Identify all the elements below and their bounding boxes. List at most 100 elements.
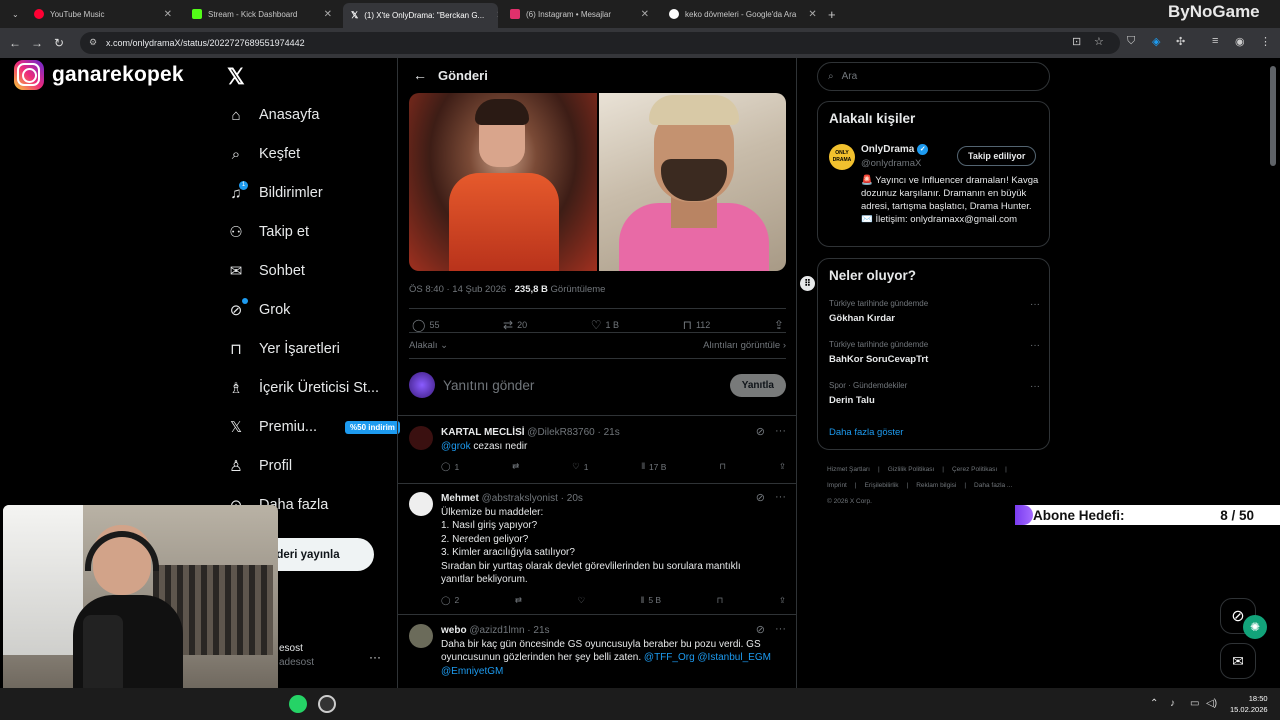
- footer-link[interactable]: Gizlilik Politikası: [888, 466, 935, 473]
- nav-notifications[interactable]: ♫ 1 Bildirimler: [227, 181, 323, 202]
- grok-explain-icon[interactable]: ⊘: [756, 425, 765, 438]
- mention-link[interactable]: @TFF_Org @Istanbul_EGM: [644, 652, 771, 663]
- close-tab-icon[interactable]: ✕: [635, 9, 649, 20]
- trend-item[interactable]: Türkiye tarihinde gündemde Gökhan Kırdar ·…: [829, 299, 1040, 324]
- chatgpt-extension-icon[interactable]: ✺: [1243, 615, 1267, 639]
- trend-item[interactable]: Türkiye tarihinde gündemde BahKor SoruCev…: [829, 340, 1040, 365]
- grok-explain-icon[interactable]: ⊘: [756, 623, 765, 636]
- post-image-left[interactable]: [409, 93, 597, 271]
- show-more-link[interactable]: Daha fazla göster: [829, 427, 903, 438]
- bookmark-icon[interactable]: ⊓: [719, 461, 726, 472]
- volume-icon[interactable]: ◁): [1206, 698, 1217, 709]
- trend-item[interactable]: Spor · Gündemdekiler Derin Talu ···: [829, 381, 1040, 406]
- tab-x-onlydrama[interactable]: 𝕏(1) X'te OnlyDrama: "Berckan G...✕: [343, 3, 498, 28]
- reply-icon[interactable]: ◯ 1: [441, 461, 459, 472]
- view-quotes-link[interactable]: Alıntıları görüntüle ›: [703, 340, 786, 351]
- sort-relevant-dropdown[interactable]: Alakalı ⌄: [409, 340, 448, 351]
- share-icon[interactable]: ⇪: [779, 595, 786, 606]
- repost-icon[interactable]: ⇄: [515, 595, 522, 606]
- browser-menu-icon[interactable]: ⋮: [1260, 35, 1271, 48]
- reply-item[interactable]: ⊘ ··· Mehmet @abstrakslyonist · 20s Ülkem…: [398, 486, 796, 614]
- following-button[interactable]: Takip ediliyor: [957, 146, 1037, 166]
- trend-more-icon[interactable]: ···: [1030, 340, 1040, 351]
- reply-more-icon[interactable]: ···: [775, 623, 786, 636]
- bookmark-action[interactable]: ⊓ 112: [683, 318, 711, 332]
- puzzle-extensions-icon[interactable]: ✣: [1176, 35, 1185, 48]
- search-input[interactable]: ⌕ Ara: [817, 62, 1050, 91]
- display-icon[interactable]: ▭: [1190, 698, 1199, 709]
- page-scrollbar[interactable]: [1270, 66, 1276, 166]
- back-button[interactable]: ←: [4, 36, 26, 50]
- nav-profile[interactable]: ♙ Profil: [227, 457, 292, 475]
- nav-chat[interactable]: ✉ Sohbet: [227, 262, 305, 280]
- address-bar[interactable]: ⚙ x.com/onlydramaX/status/202272768955197…: [80, 32, 1120, 54]
- heart-icon[interactable]: ♡: [578, 595, 586, 606]
- views-icon[interactable]: ⫴ 17 B: [641, 461, 666, 472]
- mention-link[interactable]: @EmniyetGM: [441, 666, 503, 677]
- extension-icon[interactable]: ◈: [1152, 35, 1160, 48]
- share-action[interactable]: ⇪: [774, 318, 784, 332]
- reply-item[interactable]: ⊘ ··· webo @azizd1lmn · 21s Daha bir kaç …: [398, 618, 796, 688]
- reply-icon[interactable]: ◯ 2: [441, 595, 459, 606]
- whatsapp-icon[interactable]: [289, 695, 307, 713]
- x-home-logo-icon[interactable]: 𝕏: [227, 64, 245, 90]
- tab-instagram[interactable]: (6) Instagram • Mesajlar ✕: [502, 3, 657, 25]
- onlydrama-name[interactable]: OnlyDrama ✓: [861, 144, 929, 155]
- nav-follow[interactable]: ⚇ Takip et: [227, 223, 309, 241]
- nav-home[interactable]: ⌂ Anasayfa: [227, 106, 319, 124]
- close-tab-icon[interactable]: ✕: [802, 9, 816, 20]
- reply-submit-button[interactable]: Yanıtla: [729, 373, 786, 397]
- media-control-icon[interactable]: ≡: [1212, 35, 1218, 47]
- translate-icon[interactable]: ⠿: [800, 276, 815, 291]
- messages-float-icon[interactable]: ✉: [1220, 643, 1256, 679]
- repost-action[interactable]: ⇄ 20: [503, 318, 527, 332]
- reply-more-icon[interactable]: ···: [775, 425, 786, 438]
- tab-kick-dashboard[interactable]: Stream - Kick Dashboard ✕: [184, 3, 340, 25]
- grok-explain-icon[interactable]: ⊘: [756, 491, 765, 504]
- views-icon[interactable]: ⫴ 5 B: [641, 595, 661, 606]
- onlydrama-avatar[interactable]: ONLY DRAMA: [829, 144, 855, 170]
- account-switcher[interactable]: esost adesost: [279, 643, 314, 668]
- profile-avatar[interactable]: ◉: [1235, 35, 1245, 48]
- post-image-right[interactable]: [598, 93, 786, 271]
- nav-creator-studio[interactable]: ♗ İçerik Üreticisi St...: [227, 379, 379, 397]
- nav-grok[interactable]: ⊘ Grok: [227, 298, 290, 319]
- close-tab-icon[interactable]: ✕: [318, 9, 332, 20]
- bookmark-star-icon[interactable]: ☆: [1094, 35, 1104, 48]
- tray-chevron-icon[interactable]: ⌃: [1150, 698, 1158, 709]
- install-app-icon[interactable]: ⊡: [1072, 35, 1081, 48]
- reply-item[interactable]: ⊘ ··· KARTAL MECLİSİ @DilekR83760 · 21s @g…: [398, 420, 796, 482]
- reply-more-icon[interactable]: ···: [775, 491, 786, 504]
- tab-google-search[interactable]: keko dövmeleri - Google'da Ara ✕: [661, 3, 816, 25]
- forward-button[interactable]: →: [26, 36, 48, 50]
- mention-link[interactable]: @grok: [441, 441, 471, 452]
- tab-youtube-music[interactable]: YouTube Music ✕: [26, 3, 180, 25]
- close-tab-icon[interactable]: ✕: [158, 9, 172, 20]
- heart-icon[interactable]: ♡ 1: [572, 461, 588, 472]
- footer-link[interactable]: Imprint: [827, 482, 847, 489]
- reply-input[interactable]: Yanıtını gönder: [443, 378, 534, 393]
- site-info-icon[interactable]: ⚙: [89, 37, 97, 48]
- shield-extension-icon[interactable]: ⛉: [1127, 35, 1135, 48]
- tab-search-button[interactable]: ⌄: [4, 3, 22, 25]
- footer-link[interactable]: Çerez Politikası: [952, 466, 997, 473]
- reload-button[interactable]: ↻: [48, 36, 70, 50]
- new-tab-button[interactable]: +: [820, 3, 840, 25]
- nav-explore[interactable]: ⌕ Keşfet: [227, 145, 300, 163]
- nav-bookmarks[interactable]: ⊓ Yer İşaretleri: [227, 340, 340, 358]
- footer-link[interactable]: Erişilebilirlik: [865, 482, 899, 489]
- back-arrow-icon[interactable]: ←: [402, 67, 438, 83]
- post-media[interactable]: [409, 93, 786, 271]
- reply-action[interactable]: ◯ 55: [412, 318, 439, 332]
- system-clock[interactable]: 18:50 15.02.2026: [1230, 693, 1268, 715]
- nav-premium[interactable]: 𝕏 Premiu... %50 indirim: [227, 418, 400, 436]
- footer-link[interactable]: Hizmet Şartları: [827, 466, 870, 473]
- steam-icon[interactable]: [318, 695, 336, 713]
- trend-more-icon[interactable]: ···: [1030, 381, 1040, 392]
- footer-link[interactable]: Daha fazla ...: [974, 482, 1012, 489]
- like-action[interactable]: ♡ 1 B: [591, 318, 619, 332]
- microphone-icon[interactable]: ♪: [1170, 698, 1175, 709]
- footer-link[interactable]: Reklam bilgisi: [916, 482, 956, 489]
- bookmark-icon[interactable]: ⊓: [717, 595, 724, 606]
- account-more-icon[interactable]: ···: [369, 650, 381, 664]
